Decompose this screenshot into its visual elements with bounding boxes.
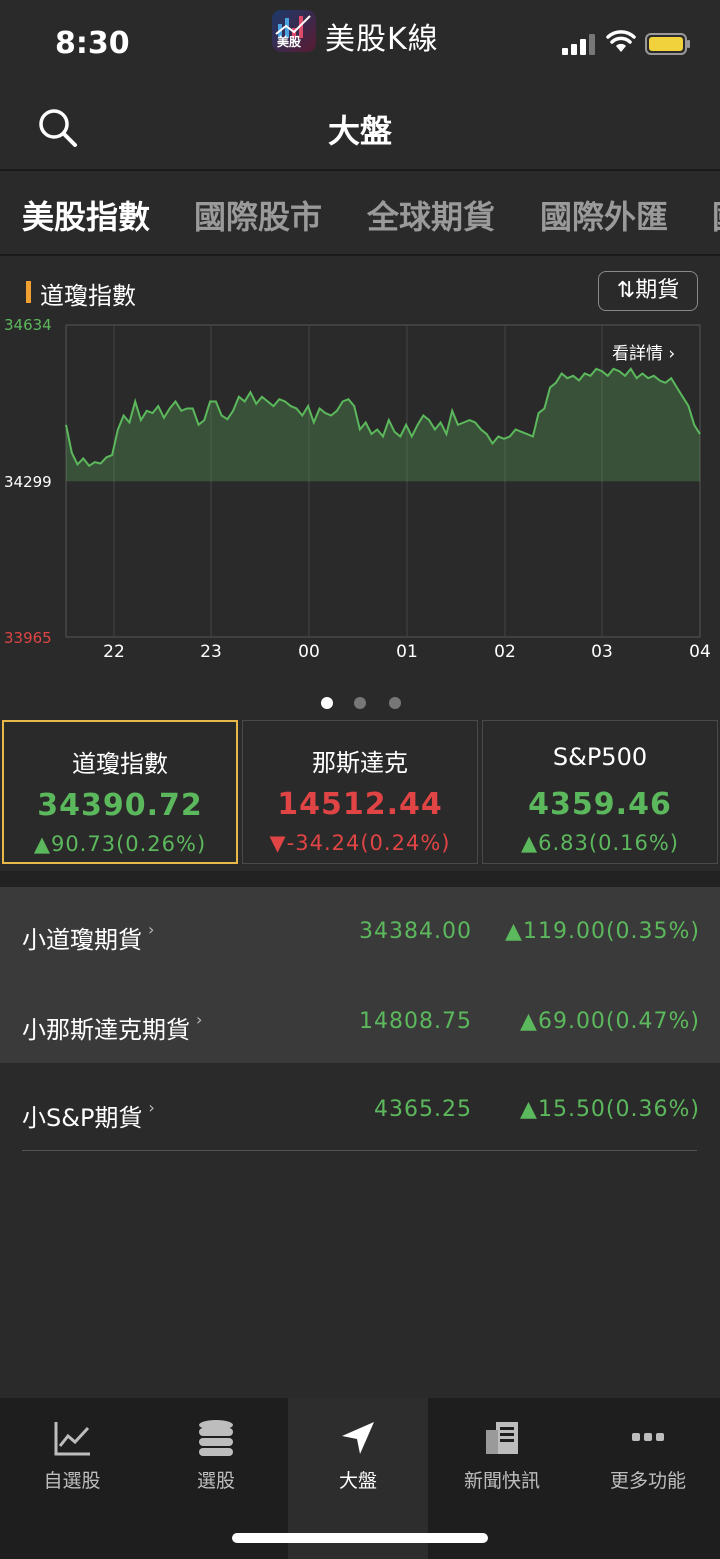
index-card-nasdaq[interactable]: 那斯達克 14512.44 ▼-34.24(0.24%)	[242, 720, 478, 864]
x-tick-label: 03	[591, 642, 613, 662]
index-card-change: ▲90.73(0.26%)	[33, 832, 207, 856]
nav-label: 選股	[196, 1470, 235, 1492]
nav-more[interactable]: 更多功能	[576, 1398, 720, 1559]
futures-row-change: ▲69.00(0.47%)	[520, 1009, 700, 1034]
app-logo-icon: 美股	[272, 10, 316, 52]
chevron-right-icon: ›	[148, 1098, 155, 1117]
x-tick-label: 04	[689, 642, 711, 662]
newspaper-icon	[486, 1422, 518, 1454]
y-axis-mid-label: 34299	[4, 473, 52, 491]
view-details-label: 看詳情	[612, 344, 663, 364]
nav-label: 更多功能	[609, 1470, 686, 1492]
y-axis-bottom-label: 33965	[4, 629, 52, 647]
index-card-dow[interactable]: 道瓊指數 34390.72 ▲90.73(0.26%)	[2, 720, 238, 864]
line-chart-icon	[54, 1422, 90, 1456]
futures-row-price: 34384.00	[359, 919, 472, 944]
futures-row-name: 小S&P期貨 ›	[22, 1098, 155, 1133]
more-dots-icon	[632, 1433, 664, 1441]
index-card-name: S&P500	[552, 743, 648, 771]
x-tick-label: 00	[298, 642, 320, 662]
status-time: 8:30	[55, 26, 130, 61]
index-card-price: 14512.44	[277, 787, 443, 822]
futures-row-price: 4365.25	[374, 1097, 472, 1122]
y-axis-top-label: 34634	[4, 316, 52, 334]
navigation-arrow-icon	[342, 1422, 374, 1454]
index-card-name: 那斯達克	[312, 749, 408, 777]
x-tick-label: 02	[494, 642, 516, 662]
home-indicator	[232, 1533, 488, 1543]
tab-divider	[0, 254, 720, 256]
tab-international-markets[interactable]: 國際股市	[194, 192, 322, 238]
nav-label: 大盤	[338, 1470, 377, 1492]
futures-row-mini-nasdaq[interactable]: 小那斯達克期貨 › 14808.75 ▲69.00(0.47%)	[0, 975, 720, 1063]
index-card-price: 34390.72	[37, 788, 203, 823]
nav-label: 自選股	[43, 1470, 101, 1492]
page-indicator[interactable]	[320, 696, 410, 710]
view-details-link[interactable]: 看詳情 ›	[612, 344, 675, 364]
x-axis-ticks: 22 23 00 01 02 03 04	[103, 642, 711, 662]
wifi-icon	[606, 30, 636, 52]
futures-row-name: 小那斯達克期貨 ›	[22, 1010, 202, 1045]
tab-global-futures[interactable]: 全球期貨	[367, 192, 495, 238]
tab-overflow[interactable]: 國	[712, 192, 720, 238]
futures-name-text: 小S&P期貨	[22, 1104, 143, 1132]
x-tick-label: 22	[103, 642, 125, 662]
section-accent-bar	[26, 281, 31, 303]
cards-divider	[0, 871, 720, 887]
futures-name-text: 小那斯達克期貨	[22, 1016, 190, 1044]
tab-us-indices[interactable]: 美股指數	[22, 192, 150, 238]
index-card-price: 4359.46	[528, 787, 672, 822]
list-divider	[22, 1150, 697, 1151]
page-dot-2[interactable]	[354, 697, 366, 709]
chart-area	[66, 368, 700, 482]
tab-forex[interactable]: 國際外匯	[540, 192, 668, 238]
app-name: 美股K線	[325, 22, 439, 57]
nav-watchlist[interactable]: 自選股	[0, 1398, 144, 1559]
index-card-sp500[interactable]: S&P500 4359.46 ▲6.83(0.16%)	[482, 720, 718, 864]
x-tick-label: 23	[200, 642, 222, 662]
futures-row-name: 小道瓊期貨 ›	[22, 920, 154, 955]
index-card-change: ▼-34.24(0.24%)	[269, 831, 451, 855]
futures-row-change: ▲15.50(0.36%)	[520, 1097, 700, 1122]
tab-bar: 美股指數 國際股市 全球期貨 國際外匯 國	[0, 170, 720, 255]
futures-row-mini-sp[interactable]: 小S&P期貨 › 4365.25 ▲15.50(0.36%)	[0, 1063, 720, 1151]
futures-row-mini-dow[interactable]: 小道瓊期貨 › 34384.00 ▲119.00(0.35%)	[0, 887, 720, 975]
database-icon	[199, 1420, 233, 1456]
futures-name-text: 小道瓊期貨	[22, 926, 142, 954]
chevron-right-icon: ›	[196, 1010, 203, 1029]
chart-title: 道瓊指數	[40, 282, 136, 310]
index-card-name: 道瓊指數	[72, 750, 168, 778]
futures-row-price: 14808.75	[359, 1009, 472, 1034]
app-badge-label: 美股	[277, 35, 302, 49]
page-title: 大盤	[327, 112, 392, 150]
futures-toggle-button[interactable]: ⇅期貨	[598, 271, 698, 311]
nav-label: 新聞快訊	[463, 1470, 540, 1492]
page-dot-3[interactable]	[389, 697, 401, 709]
swap-icon: ⇅	[616, 278, 636, 303]
x-tick-label: 01	[396, 642, 418, 662]
cellular-signal-icon	[562, 34, 595, 55]
chevron-right-icon: ›	[148, 920, 155, 939]
page-dot-1[interactable]	[321, 697, 333, 709]
index-chart[interactable]: 34634 34299 33965 22 23 00 01 02 03 04 看詳情 ›	[0, 315, 720, 675]
index-card-change: ▲6.83(0.16%)	[520, 831, 679, 855]
futures-button-label: 期貨	[635, 278, 680, 303]
battery-icon	[645, 33, 690, 55]
futures-row-change: ▲119.00(0.35%)	[505, 919, 700, 944]
